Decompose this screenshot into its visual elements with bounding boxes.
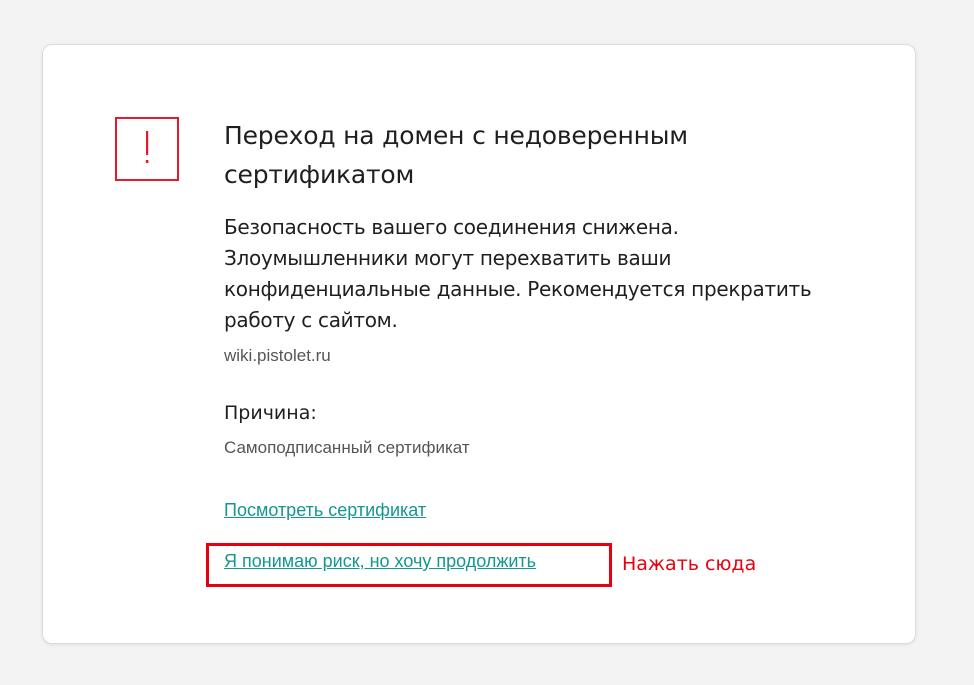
warning-message: Безопасность вашего соединения снижена. … <box>224 215 812 332</box>
annotation-label: Нажать сюда <box>622 553 757 575</box>
domain-name: wiki.pistolet.ru <box>224 346 331 365</box>
warning-content: Переход на домен с недоверенным сертифик… <box>224 116 864 460</box>
exclamation-icon <box>115 117 179 181</box>
reason-label: Причина: <box>224 402 317 424</box>
reason-value: Самоподписанный сертификат <box>224 438 470 457</box>
view-certificate-link[interactable]: Посмотреть сертификат <box>224 498 426 522</box>
continue-anyway-link[interactable]: Я понимаю риск, но хочу продолжить <box>224 549 536 573</box>
page-title: Переход на домен с недоверенным сертифик… <box>224 121 688 189</box>
